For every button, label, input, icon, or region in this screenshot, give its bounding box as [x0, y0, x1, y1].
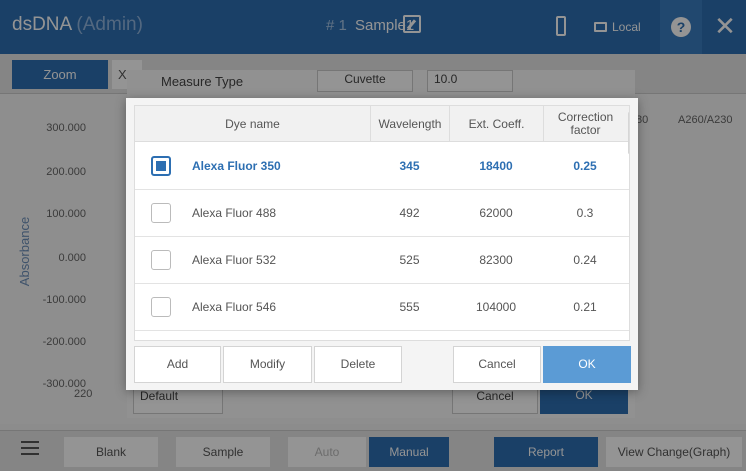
dye-correction: 0.25 — [573, 159, 597, 173]
dye-wavelength: 492 — [399, 206, 420, 220]
col-correction-factor: Correction factor — [543, 106, 627, 142]
dye-select-dialog: Dye name Wavelength Ext. Coeff. Correcti… — [126, 98, 638, 390]
dye-name: Alexa Fluor 488 — [192, 206, 277, 220]
col-ext-coeff: Ext. Coeff. — [449, 106, 543, 142]
dye-ext-coeff: 62000 — [479, 206, 513, 220]
row-checkbox[interactable] — [151, 156, 171, 176]
delete-button[interactable]: Delete — [314, 346, 402, 383]
col-dye-name: Dye name — [225, 116, 280, 131]
cancel-button[interactable]: Cancel — [453, 346, 541, 383]
add-button[interactable]: Add — [134, 346, 221, 383]
table-row[interactable]: Alexa Fluor 546 555 104000 0.21 — [135, 284, 629, 331]
dye-correction: 0.21 — [573, 300, 597, 314]
dye-name: Alexa Fluor 350 — [192, 159, 281, 173]
dye-name: Alexa Fluor 546 — [192, 300, 277, 314]
row-checkbox[interactable] — [151, 250, 171, 270]
row-checkbox[interactable] — [151, 203, 171, 223]
col-wavelength: Wavelength — [370, 106, 449, 142]
dye-wavelength: 345 — [399, 159, 420, 173]
dye-ext-coeff: 104000 — [475, 300, 517, 314]
ok-button[interactable]: OK — [543, 346, 631, 383]
dye-correction: 0.3 — [576, 206, 594, 220]
table-header: Dye name Wavelength Ext. Coeff. Correcti… — [135, 106, 629, 142]
table-scrollbar[interactable] — [628, 112, 629, 154]
table-row[interactable]: Alexa Fluor 350 345 18400 0.25 — [135, 143, 629, 190]
dye-ext-coeff: 18400 — [479, 159, 513, 173]
table-row[interactable]: Alexa Fluor 532 525 82300 0.24 — [135, 237, 629, 284]
table-row[interactable]: Alexa Fluor 488 492 62000 0.3 — [135, 190, 629, 237]
dye-table: Dye name Wavelength Ext. Coeff. Correcti… — [134, 105, 630, 341]
dye-correction: 0.24 — [573, 253, 597, 267]
dye-wavelength: 525 — [399, 253, 420, 267]
dye-wavelength: 555 — [399, 300, 420, 314]
dye-name: Alexa Fluor 532 — [192, 253, 277, 267]
modify-button[interactable]: Modify — [223, 346, 312, 383]
row-checkbox[interactable] — [151, 297, 171, 317]
dye-ext-coeff: 82300 — [479, 253, 513, 267]
